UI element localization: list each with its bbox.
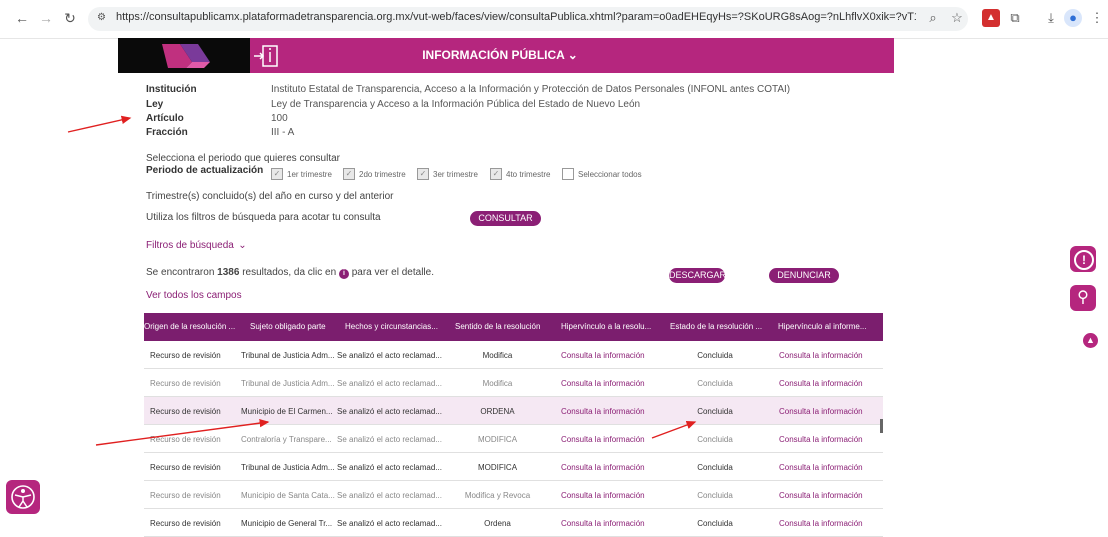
arrow-mark [67,115,132,133]
annotation-arrows [67,115,697,446]
accessibility-button[interactable] [6,480,40,514]
arrow-mark [95,418,270,446]
alert-icon: ! [1074,250,1094,270]
scroll-top-icon[interactable]: ▲ [1083,333,1098,348]
wrench-icon: ⚲ [1077,289,1089,306]
alert-button[interactable]: ! [1070,246,1096,272]
accessibility-icon [11,485,35,509]
tools-button[interactable]: ⚲ [1070,285,1096,311]
arrow-mark [651,420,697,439]
